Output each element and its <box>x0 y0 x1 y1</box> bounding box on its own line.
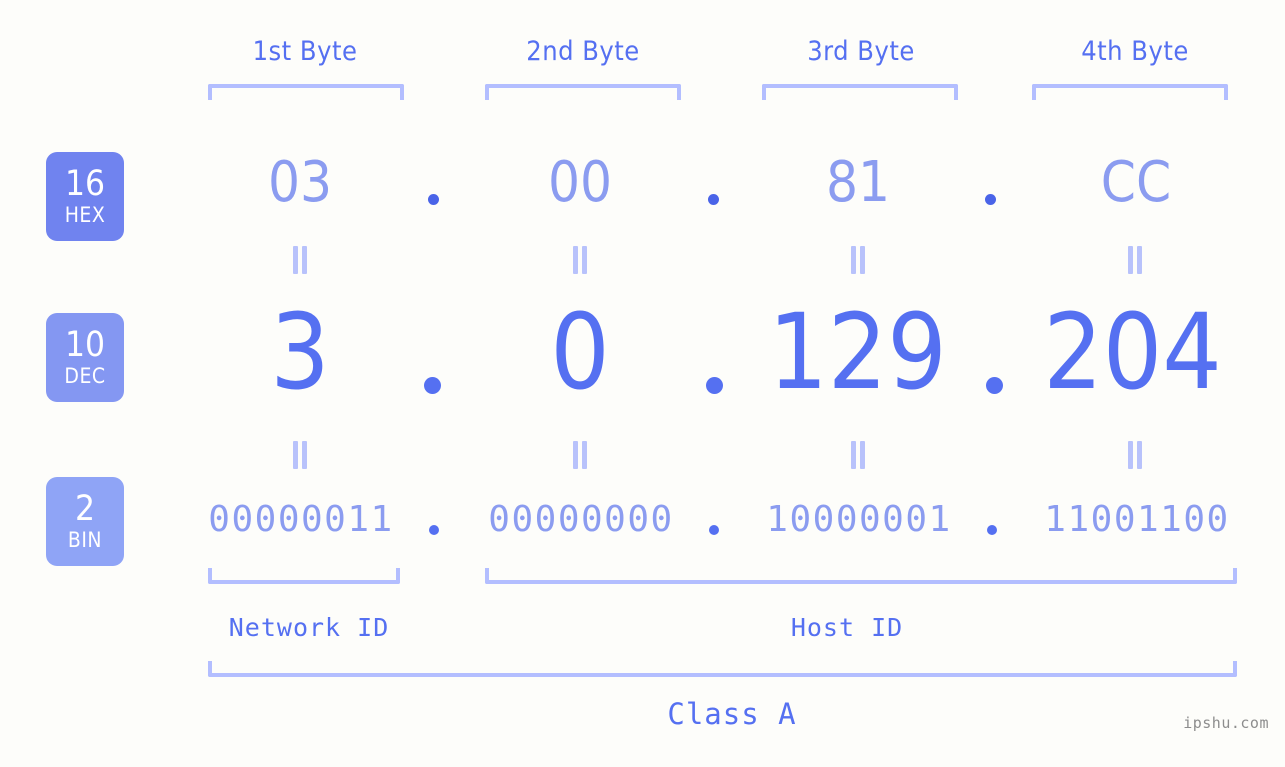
dec-separator-1 <box>424 377 441 394</box>
hex-octet-1: 03 <box>267 150 333 215</box>
bin-separator-2 <box>709 525 719 535</box>
bin-separator-1 <box>429 525 439 535</box>
base-badge-bin-name: BIN <box>67 528 103 552</box>
equals-icon-hex-dec-2 <box>571 246 589 274</box>
network-id-bracket <box>208 568 400 584</box>
byte-header-4: 4th Byte <box>1081 36 1189 67</box>
class-label: Class A <box>667 697 797 731</box>
byte-bracket-top-4 <box>1032 84 1228 100</box>
bin-octet-2: 00000000 <box>488 499 674 540</box>
equals-icon-hex-dec-1 <box>291 246 309 274</box>
base-badge-bin-number: 2 <box>74 489 96 529</box>
dec-octet-3: 129 <box>768 291 947 413</box>
ip-breakdown-diagram: 1st Byte 2nd Byte 3rd Byte 4th Byte 16 H… <box>0 0 1285 767</box>
hex-octet-3: 81 <box>825 150 891 215</box>
equals-icon-dec-bin-2 <box>571 441 589 469</box>
base-badge-dec-number: 10 <box>64 325 106 365</box>
hex-separator-2 <box>708 194 719 205</box>
network-id-label: Network ID <box>228 613 390 642</box>
dec-separator-2 <box>706 377 723 394</box>
byte-header-1: 1st Byte <box>252 36 358 67</box>
hex-separator-3 <box>985 194 996 205</box>
byte-header-3: 3rd Byte <box>807 36 915 67</box>
hex-octet-4: CC <box>1100 150 1172 215</box>
equals-icon-dec-bin-3 <box>849 441 867 469</box>
equals-icon-hex-dec-4 <box>1126 246 1144 274</box>
byte-header-2: 2nd Byte <box>526 36 640 67</box>
dec-octet-4: 204 <box>1043 291 1222 413</box>
host-id-label: Host ID <box>790 613 904 642</box>
base-badge-dec: 10 DEC <box>46 313 124 402</box>
base-badge-hex-number: 16 <box>64 164 106 204</box>
equals-icon-dec-bin-1 <box>291 441 309 469</box>
base-badge-bin: 2 BIN <box>46 477 124 566</box>
class-bracket <box>208 661 1237 677</box>
bin-octet-3: 10000001 <box>766 499 952 540</box>
byte-bracket-top-2 <box>485 84 681 100</box>
hex-separator-1 <box>428 194 439 205</box>
equals-icon-dec-bin-4 <box>1126 441 1144 469</box>
host-id-bracket <box>485 568 1237 584</box>
hex-octet-2: 00 <box>547 150 613 215</box>
dec-separator-3 <box>986 377 1003 394</box>
bin-octet-1: 00000011 <box>208 499 394 540</box>
dec-octet-2: 0 <box>550 291 610 413</box>
base-badge-hex-name: HEX <box>64 203 106 227</box>
byte-bracket-top-3 <box>762 84 958 100</box>
site-watermark: ipshu.com <box>1183 714 1269 732</box>
bin-separator-3 <box>987 525 997 535</box>
equals-icon-hex-dec-3 <box>849 246 867 274</box>
byte-bracket-top-1 <box>208 84 404 100</box>
base-badge-dec-name: DEC <box>64 364 106 388</box>
dec-octet-1: 3 <box>270 291 330 413</box>
bin-octet-4: 11001100 <box>1044 499 1230 540</box>
base-badge-hex: 16 HEX <box>46 152 124 241</box>
